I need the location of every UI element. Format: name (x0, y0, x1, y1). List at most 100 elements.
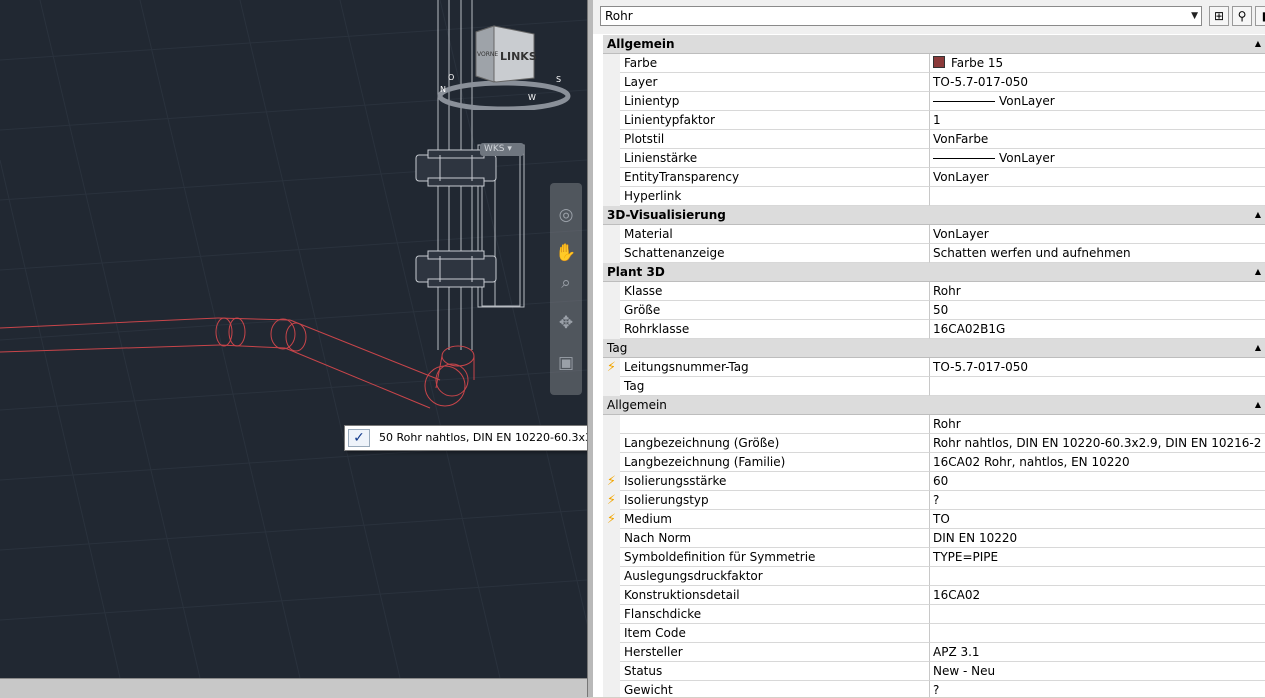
property-name: Tag (620, 377, 930, 396)
property-value[interactable]: New - Neu (930, 662, 1265, 681)
property-name: Leitungsnummer-Tag (620, 358, 930, 377)
property-value[interactable]: TO (930, 510, 1265, 529)
property-row[interactable]: Rohrklasse 16CA02B1G (603, 320, 1265, 339)
row-gutter (603, 168, 620, 187)
property-row[interactable]: Linienstärke VonLayer (603, 149, 1265, 168)
property-value[interactable]: Rohr (930, 415, 1265, 434)
property-value[interactable]: 60 (930, 472, 1265, 491)
property-row[interactable]: Plotstil VonFarbe (603, 130, 1265, 149)
property-row[interactable]: Layer TO-5.7-017-050 (603, 73, 1265, 92)
model-viewport[interactable]: LINKS VORNE N W S O WKS ▾ ◎ ✋ ⌕ ✥ ▣ ✓ 50… (0, 0, 587, 678)
property-row[interactable]: Item Code (603, 624, 1265, 643)
section-header[interactable]: Tag ▲ (603, 339, 1265, 358)
property-row[interactable]: Auslegungsdruckfaktor (603, 567, 1265, 586)
property-value[interactable]: 16CA02B1G (930, 320, 1265, 339)
property-value[interactable]: Rohr nahtlos, DIN EN 10220-60.3x2.9, DIN… (930, 434, 1265, 453)
row-gutter (603, 149, 620, 168)
property-row[interactable]: Gewicht? (603, 681, 1265, 697)
property-row[interactable]: Linientypfaktor 1 (603, 111, 1265, 130)
property-row[interactable]: Langbezeichnung (Größe) Rohr nahtlos, DIN… (603, 434, 1265, 453)
property-row[interactable]: Hersteller APZ 3.1 (603, 643, 1265, 662)
section-header[interactable]: Plant 3D ▲ (603, 263, 1265, 282)
color-swatch (933, 56, 945, 68)
property-row[interactable]: Langbezeichnung (Familie) 16CA02 Rohr, na… (603, 453, 1265, 472)
property-value[interactable]: VonFarbe (930, 130, 1265, 149)
property-value[interactable]: Farbe 15 (930, 54, 1265, 73)
viewcube[interactable]: LINKS VORNE N W S O (436, 20, 576, 110)
compass-n: N (440, 85, 446, 94)
property-value[interactable]: TYPE=PIPE (930, 548, 1265, 567)
property-row[interactable]: EntityTransparency VonLayer (603, 168, 1265, 187)
property-value[interactable]: APZ 3.1 (930, 643, 1265, 662)
property-row[interactable]: Tag (603, 377, 1265, 396)
property-row[interactable]: Hyperlink (603, 187, 1265, 206)
property-row[interactable]: Status New - Neu (603, 662, 1265, 681)
property-row[interactable]: Größe 50 (603, 301, 1265, 320)
property-row[interactable]: ⚡ Leitungsnummer-Tag TO-5.7-017-050 (603, 358, 1265, 377)
navigation-bar: ◎ ✋ ⌕ ✥ ▣ (550, 183, 582, 395)
collapse-icon[interactable]: ▲ (1255, 396, 1261, 414)
viewport-scrollbar[interactable] (0, 678, 590, 698)
property-row[interactable]: Linientyp VonLayer (603, 92, 1265, 111)
property-row[interactable]: ⚡ Medium TO (603, 510, 1265, 529)
section-header[interactable]: 3D-Visualisierung ▲ (603, 206, 1265, 225)
property-row[interactable]: Flanschdicke (603, 605, 1265, 624)
row-gutter (603, 434, 620, 453)
property-value[interactable]: 50 (930, 301, 1265, 320)
selection-tooltip[interactable]: ✓ 50 Rohr nahtlos, DIN EN 10220-60.3x3.6… (344, 425, 587, 451)
property-value[interactable]: VonLayer (930, 225, 1265, 244)
property-value[interactable]: 1 (930, 111, 1265, 130)
property-value[interactable]: DIN EN 10220 (930, 529, 1265, 548)
row-gutter (603, 130, 620, 149)
section-header[interactable]: Allgemein ▲ (603, 396, 1265, 415)
property-row[interactable]: Symboldefinition für Symmetrie TYPE=PIPE (603, 548, 1265, 567)
object-type-dropdown[interactable]: Rohr ▼ (600, 6, 1202, 26)
property-value[interactable]: Rohr (930, 282, 1265, 301)
property-value[interactable] (930, 377, 1265, 396)
property-value[interactable]: TO-5.7-017-050 (930, 73, 1265, 92)
property-value[interactable] (930, 624, 1265, 643)
wks-label: WKS (484, 144, 505, 154)
property-row[interactable]: Farbe Farbe 15 (603, 54, 1265, 73)
orbit-icon[interactable]: ✥ (554, 311, 578, 335)
property-row[interactable]: Rohr (603, 415, 1265, 434)
zoom-icon[interactable]: ⌕ (554, 271, 578, 295)
section-header[interactable]: Allgemein ▲ (603, 35, 1265, 54)
property-value[interactable]: ? (930, 491, 1265, 510)
select-objects-icon[interactable]: ⊞ (1209, 6, 1229, 26)
property-row[interactable]: ⚡ Isolierungstyp? (603, 491, 1265, 510)
collapse-icon[interactable]: ▲ (1255, 263, 1261, 281)
property-row[interactable]: Schattenanzeige Schatten werfen und aufne… (603, 244, 1265, 263)
property-value[interactable]: 16CA02 Rohr, nahtlos, EN 10220 (930, 453, 1265, 472)
property-row[interactable]: Material VonLayer (603, 225, 1265, 244)
property-value-text: VonFarbe (933, 132, 989, 146)
property-value[interactable]: 16CA02 (930, 586, 1265, 605)
property-value[interactable]: Schatten werfen und aufnehmen (930, 244, 1265, 263)
lightning-icon: ⚡ (603, 510, 620, 529)
property-row[interactable]: ⚡ Isolierungsstärke 60 (603, 472, 1265, 491)
property-row[interactable]: Klasse Rohr (603, 282, 1265, 301)
property-value[interactable]: VonLayer (930, 92, 1265, 111)
steering-wheel-icon[interactable]: ◎ (554, 203, 578, 227)
lightning-icon: ⚡ (603, 358, 620, 377)
collapse-icon[interactable]: ▲ (1255, 35, 1261, 53)
pan-icon[interactable]: ✋ (554, 241, 578, 265)
property-value[interactable]: ? (930, 681, 1265, 697)
wks-menu[interactable]: WKS ▾ (480, 143, 524, 156)
quick-select-icon[interactable]: ⚲ (1232, 6, 1252, 26)
property-row[interactable]: Nach Norm DIN EN 10220 (603, 529, 1265, 548)
toggle-pickadd-icon[interactable]: ▮ (1255, 6, 1265, 26)
collapse-icon[interactable]: ▲ (1255, 339, 1261, 357)
row-gutter (603, 586, 620, 605)
property-value[interactable]: VonLayer (930, 149, 1265, 168)
property-value[interactable] (930, 567, 1265, 586)
collapse-icon[interactable]: ▲ (1255, 206, 1261, 224)
property-value[interactable] (930, 187, 1265, 206)
property-value[interactable]: VonLayer (930, 168, 1265, 187)
properties-panel: Rohr ▼ ⊞ ⚲ ▮ Allgemein ▲ Farbe Farbe 15 Laye… (593, 0, 1265, 697)
row-gutter (603, 92, 620, 111)
property-row[interactable]: Konstruktionsdetail 16CA02 (603, 586, 1265, 605)
showmotion-icon[interactable]: ▣ (554, 351, 578, 375)
property-value[interactable] (930, 605, 1265, 624)
property-value[interactable]: TO-5.7-017-050 (930, 358, 1265, 377)
